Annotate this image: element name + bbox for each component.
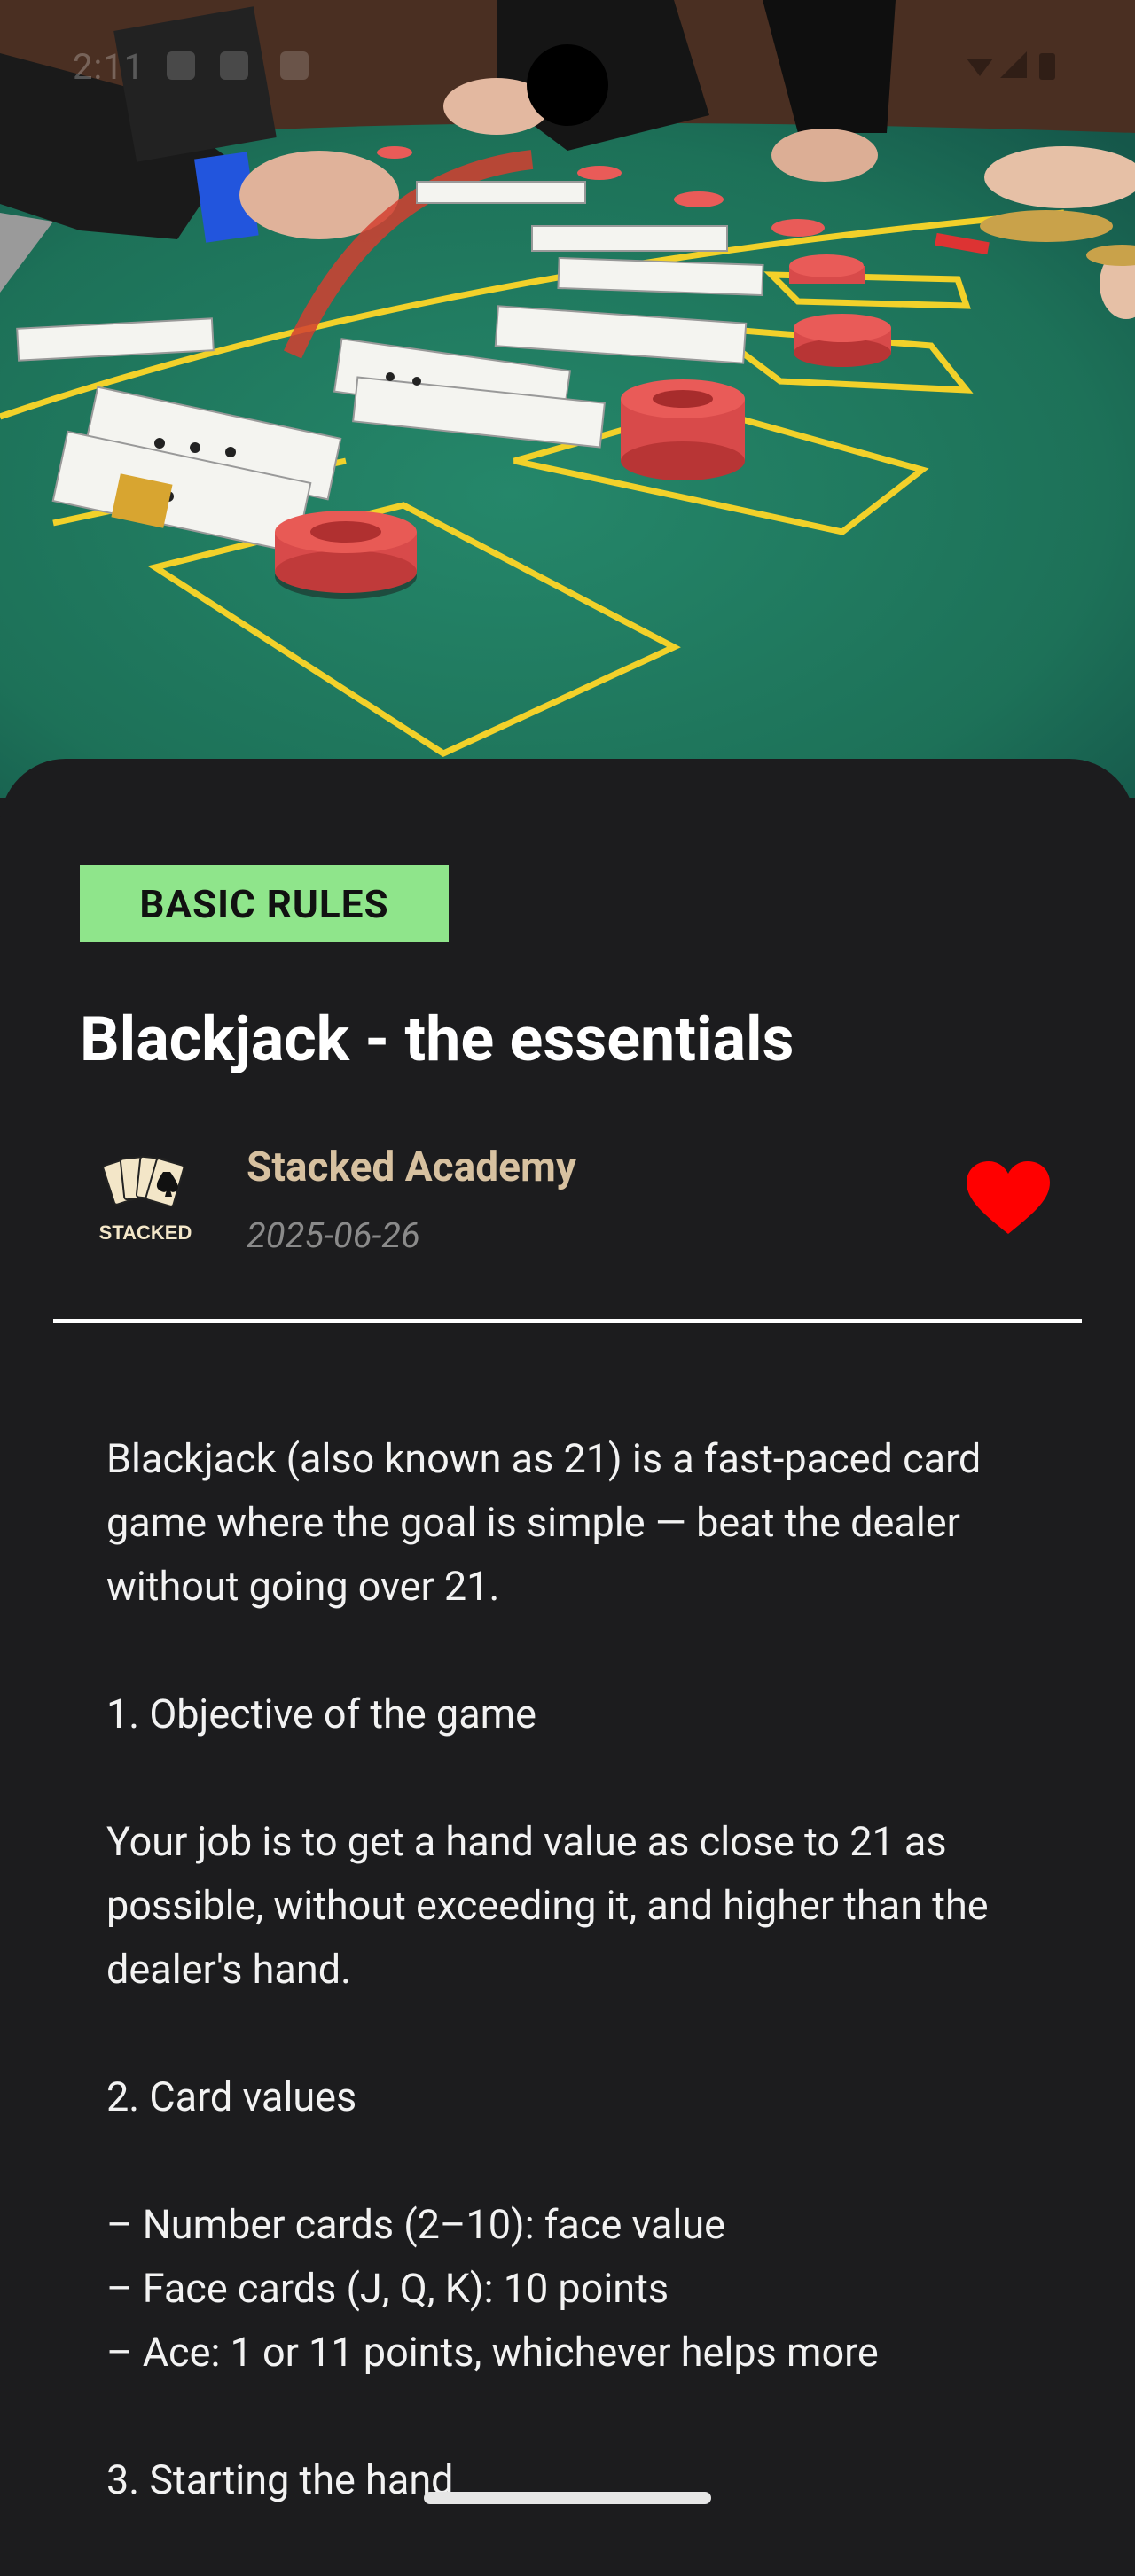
status-time: 2:11 bbox=[73, 46, 145, 88]
author-logo-text: STACKED bbox=[99, 1222, 192, 1244]
intro-paragraph: Blackjack (also known as 21) is a fast-p… bbox=[106, 1435, 982, 1610]
list-item: – Ace: 1 or 11 points, whichever helps m… bbox=[106, 2329, 879, 2376]
list-item: – Number cards (2–10): face value bbox=[106, 2201, 726, 2248]
status-bar: 2:11 bbox=[0, 0, 1135, 133]
author-logo: STACKED bbox=[99, 1155, 192, 1244]
section-heading: 1. Objective of the game bbox=[106, 1690, 537, 1737]
category-badge: BASIC RULES bbox=[80, 865, 449, 942]
divider bbox=[53, 1319, 1082, 1323]
author-name[interactable]: Stacked Academy bbox=[247, 1144, 576, 1191]
section-heading: 2. Card values bbox=[106, 2073, 357, 2120]
publish-date: 2025-06-26 bbox=[247, 1214, 420, 1256]
article-body: Blackjack (also known as 21) is a fast-p… bbox=[106, 1427, 1046, 2576]
sim-icon bbox=[280, 51, 309, 80]
camera-cutout bbox=[527, 44, 608, 126]
signal-battery-icon bbox=[967, 51, 1055, 80]
article-title: Blackjack - the essentials bbox=[80, 1003, 794, 1076]
card-values-list: – Number cards (2–10): face value – Face… bbox=[106, 2193, 1046, 2385]
heart-icon[interactable] bbox=[967, 1161, 1050, 1236]
notification-icon bbox=[167, 51, 195, 80]
list-item: – Face cards (J, Q, K): 10 points bbox=[106, 2265, 669, 2312]
section-paragraph: Your job is to get a hand value as close… bbox=[106, 1818, 989, 1993]
shield-icon bbox=[220, 51, 248, 80]
home-indicator[interactable] bbox=[424, 2492, 711, 2504]
